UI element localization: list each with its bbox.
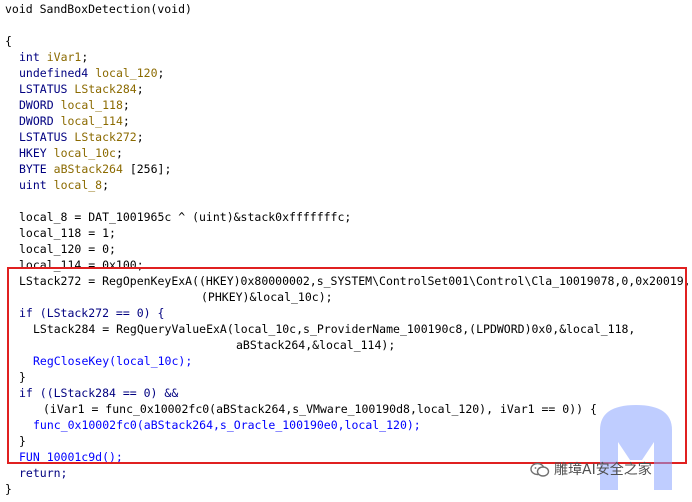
- type-name: HKEY: [19, 146, 47, 160]
- variable-name: local_118: [60, 98, 123, 112]
- assign-local120[interactable]: local_120 = 0;: [19, 241, 116, 257]
- type-name: undefined4: [19, 66, 89, 80]
- decl-local10c[interactable]: HKEY local_10c;: [19, 145, 123, 161]
- type-name: int: [19, 50, 40, 64]
- watermark-text: 雕璋AI安全之家: [554, 462, 652, 478]
- decl-abstack264[interactable]: BYTE aBStack264 [256];: [19, 161, 171, 177]
- decl-local120[interactable]: undefined4 local_120;: [19, 65, 164, 81]
- variable-name: LStack272: [74, 130, 137, 144]
- type-name: BYTE: [19, 162, 47, 176]
- function-signature[interactable]: void SandBoxDetection(void): [5, 1, 192, 17]
- decl-lstack284[interactable]: LSTATUS LStack284;: [19, 81, 144, 97]
- variable-name: local_114: [60, 114, 123, 128]
- variable-name: iVar1: [46, 50, 82, 64]
- assign-local8[interactable]: local_8 = DAT_1001965c ^ (uint)&stack0xf…: [19, 209, 351, 225]
- type-name: uint: [19, 178, 47, 192]
- wechat-icon: [530, 462, 550, 477]
- array-size: [256]: [129, 162, 165, 176]
- decl-ivar1[interactable]: int iVar1;: [19, 49, 88, 65]
- type-name: DWORD: [19, 114, 54, 128]
- variable-name: LStack284: [74, 82, 137, 96]
- decl-local118[interactable]: DWORD local_118;: [19, 97, 130, 113]
- function-close-brace: }: [5, 482, 12, 496]
- type-name: LSTATUS: [19, 130, 68, 144]
- decl-local8[interactable]: uint local_8;: [19, 177, 109, 193]
- assign-local118[interactable]: local_118 = 1;: [19, 225, 116, 241]
- decl-lstack272[interactable]: LSTATUS LStack272;: [19, 129, 144, 145]
- variable-name: local_120: [95, 66, 158, 80]
- decl-local114[interactable]: DWORD local_114;: [19, 113, 130, 129]
- variable-name: local_10c: [53, 146, 116, 160]
- variable-name: aBStack264: [53, 162, 123, 176]
- type-name: LSTATUS: [19, 82, 68, 96]
- variable-name: local_8: [53, 178, 103, 192]
- watermark-caption: 雕璋AI安全之家: [530, 458, 652, 482]
- return-statement[interactable]: return;: [19, 465, 67, 481]
- type-name: DWORD: [19, 98, 54, 112]
- function-open-brace: {: [5, 34, 12, 48]
